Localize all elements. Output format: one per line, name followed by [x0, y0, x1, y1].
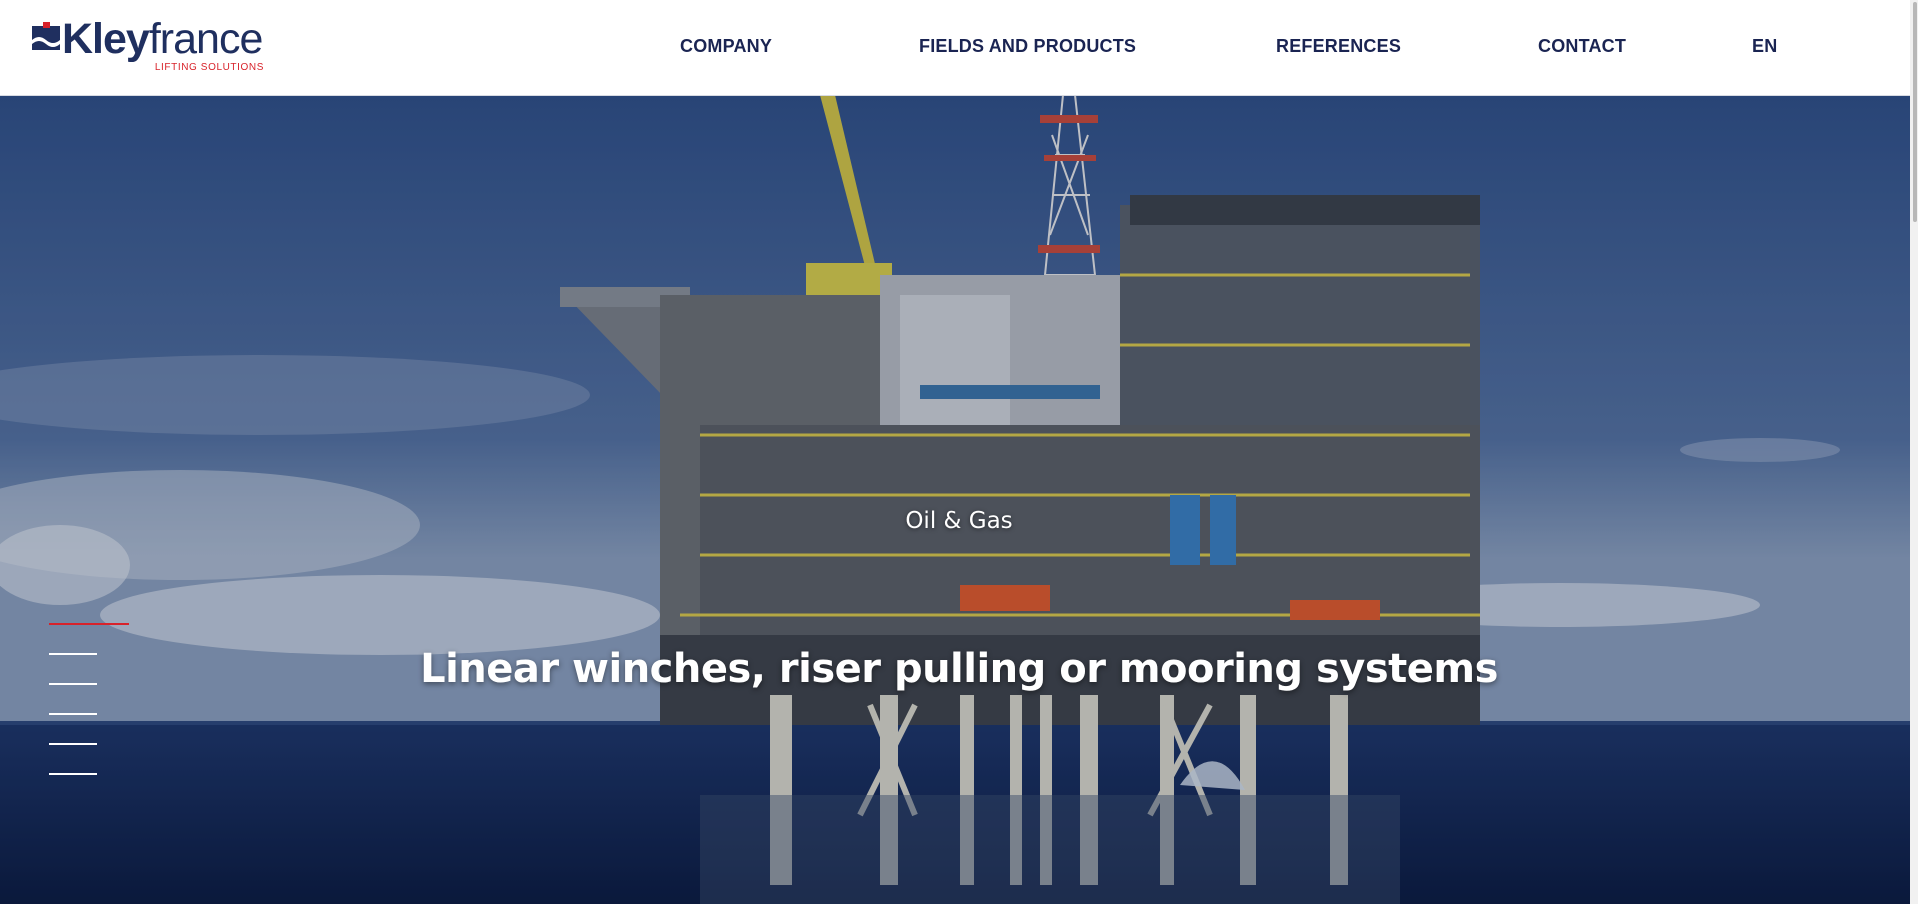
hero-category: Oil & Gas — [905, 508, 1013, 534]
hero-overlay — [0, 95, 1910, 904]
nav-contact[interactable]: CONTACT — [1538, 36, 1626, 57]
hero-title: Linear winches, riser pulling or mooring… — [420, 646, 1498, 692]
slider-dot[interactable] — [49, 653, 97, 655]
page-scrollbar[interactable] — [1910, 0, 1918, 904]
logo-name-light: france — [148, 15, 264, 63]
logo-mark-icon — [32, 22, 60, 50]
slider-dot[interactable] — [49, 713, 97, 715]
slider-dot[interactable] — [49, 683, 97, 685]
scrollbar-thumb[interactable] — [1913, 2, 1917, 222]
logo-name-bold: Kley — [62, 15, 150, 63]
logo-tagline: LIFTING SOLUTIONS — [154, 62, 264, 73]
slider-dot[interactable] — [49, 743, 97, 745]
language-switcher[interactable]: EN — [1752, 36, 1777, 57]
nav-references[interactable]: REFERENCES — [1276, 36, 1401, 57]
nav-company[interactable]: COMPANY — [680, 36, 772, 57]
hero-slider: Oil & Gas Linear winches, riser pulling … — [0, 95, 1910, 904]
kleyfrance-logo[interactable]: Kleyfrance LIFTING SOLUTIONS — [32, 15, 264, 76]
logo-wordmark: Kleyfrance — [62, 14, 264, 64]
slider-dot-active[interactable] — [49, 623, 129, 625]
slider-dot[interactable] — [49, 773, 97, 775]
nav-fields-and-products[interactable]: FIELDS AND PRODUCTS — [919, 36, 1136, 57]
site-header: Kleyfrance LIFTING SOLUTIONS COMPANY FIE… — [0, 0, 1918, 96]
